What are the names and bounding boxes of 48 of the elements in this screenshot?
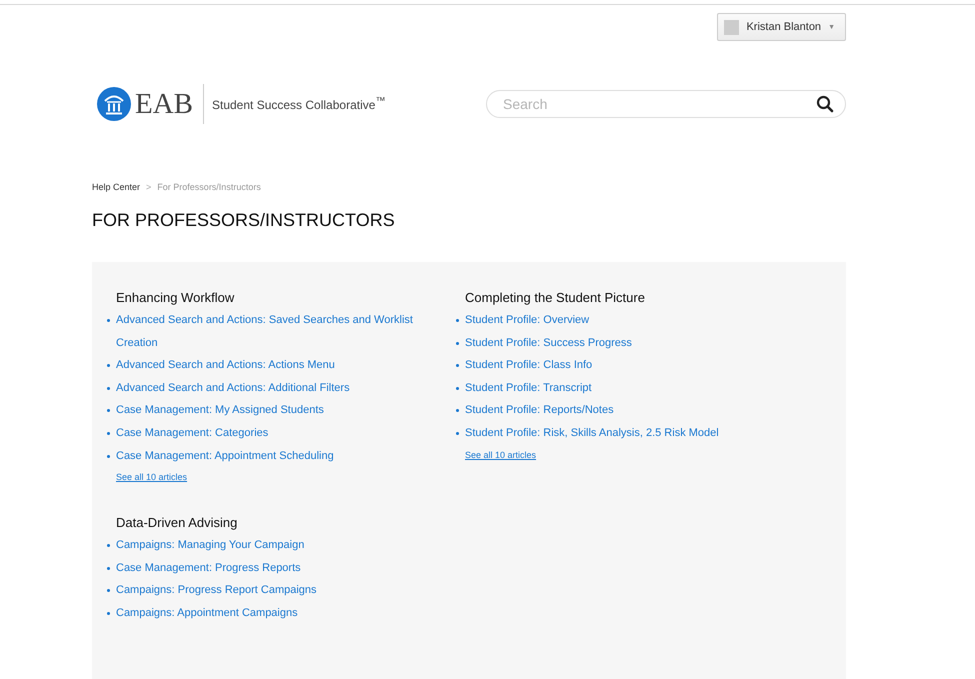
avatar-icon xyxy=(724,20,740,34)
bullet-icon xyxy=(456,342,459,345)
bullet-icon xyxy=(456,364,459,368)
article-link[interactable]: Case Management: Appointment Scheduling xyxy=(116,450,334,462)
breadcrumb-separator: > xyxy=(146,182,152,192)
product-name: Student Success Collaborative$^{™}$ xyxy=(212,96,386,112)
article-link[interactable]: Student Profile: Success Progress xyxy=(465,336,632,349)
bullet-icon xyxy=(456,432,459,435)
search-icon[interactable] xyxy=(816,95,834,113)
page-title: FOR PROFESSORS/INSTRUCTORS xyxy=(92,210,396,231)
bullet-icon xyxy=(107,454,110,458)
bullet-icon xyxy=(107,386,110,390)
article-link[interactable]: Student Profile: Risk, Skills Analysis, 2.5 Risk Model xyxy=(465,426,719,439)
article-link[interactable]: Case Management: My Assigned Students xyxy=(116,404,324,416)
logo-wordmark: EAB xyxy=(135,88,193,120)
bullet-icon xyxy=(107,409,110,412)
article-link[interactable]: Student Profile: Class Info xyxy=(465,359,592,372)
article-link[interactable]: Case Management: Progress Reports xyxy=(116,562,301,574)
bullet-icon xyxy=(456,409,459,412)
article-link[interactable]: Student Profile: Transcript xyxy=(465,382,592,394)
section-title: Enhancing Workflow xyxy=(116,290,236,305)
bullet-icon xyxy=(107,566,110,570)
bullet-icon xyxy=(107,432,110,435)
bullet-icon xyxy=(456,319,459,322)
article-link[interactable]: Student Profile: Overview xyxy=(465,314,590,326)
search-field[interactable]: Search xyxy=(486,90,846,118)
user-name: Kristan Blanton xyxy=(746,21,822,33)
section-title: Completing the Student Picture xyxy=(465,290,646,305)
see-all-link[interactable]: See all 10 articles xyxy=(116,472,188,482)
bullet-icon xyxy=(107,612,110,615)
bullet-icon xyxy=(107,589,110,592)
article-link[interactable]: Case Management: Categories xyxy=(116,426,268,439)
building-logo-icon xyxy=(97,87,131,121)
article-link[interactable]: Campaigns: Managing Your Campaign xyxy=(116,539,304,552)
bullet-icon xyxy=(107,544,110,548)
article-link[interactable]: Advanced Search and Actions: Actions Menu xyxy=(116,359,335,372)
article-link[interactable]: Student Profile: Reports/Notes xyxy=(465,404,614,416)
breadcrumb-current: For Professors/Instructors xyxy=(157,182,261,192)
article-link[interactable]: Advanced Search and Actions: Additional Filters xyxy=(116,382,350,394)
see-all-link[interactable]: See all 10 articles xyxy=(465,450,536,460)
bullet-icon xyxy=(456,386,459,390)
article-link[interactable]: Campaigns: Appointment Campaigns xyxy=(116,606,298,619)
section-title: Data-Driven Advising xyxy=(116,515,238,530)
breadcrumb-link[interactable]: Help Center xyxy=(92,182,140,192)
article-link[interactable]: Campaigns: Progress Report Campaigns xyxy=(116,584,317,596)
bullet-icon xyxy=(107,319,110,322)
bullet-icon xyxy=(107,364,110,368)
article-link[interactable]: Advanced Search and Actions: Saved Searches and Worklist Creation xyxy=(116,309,436,354)
